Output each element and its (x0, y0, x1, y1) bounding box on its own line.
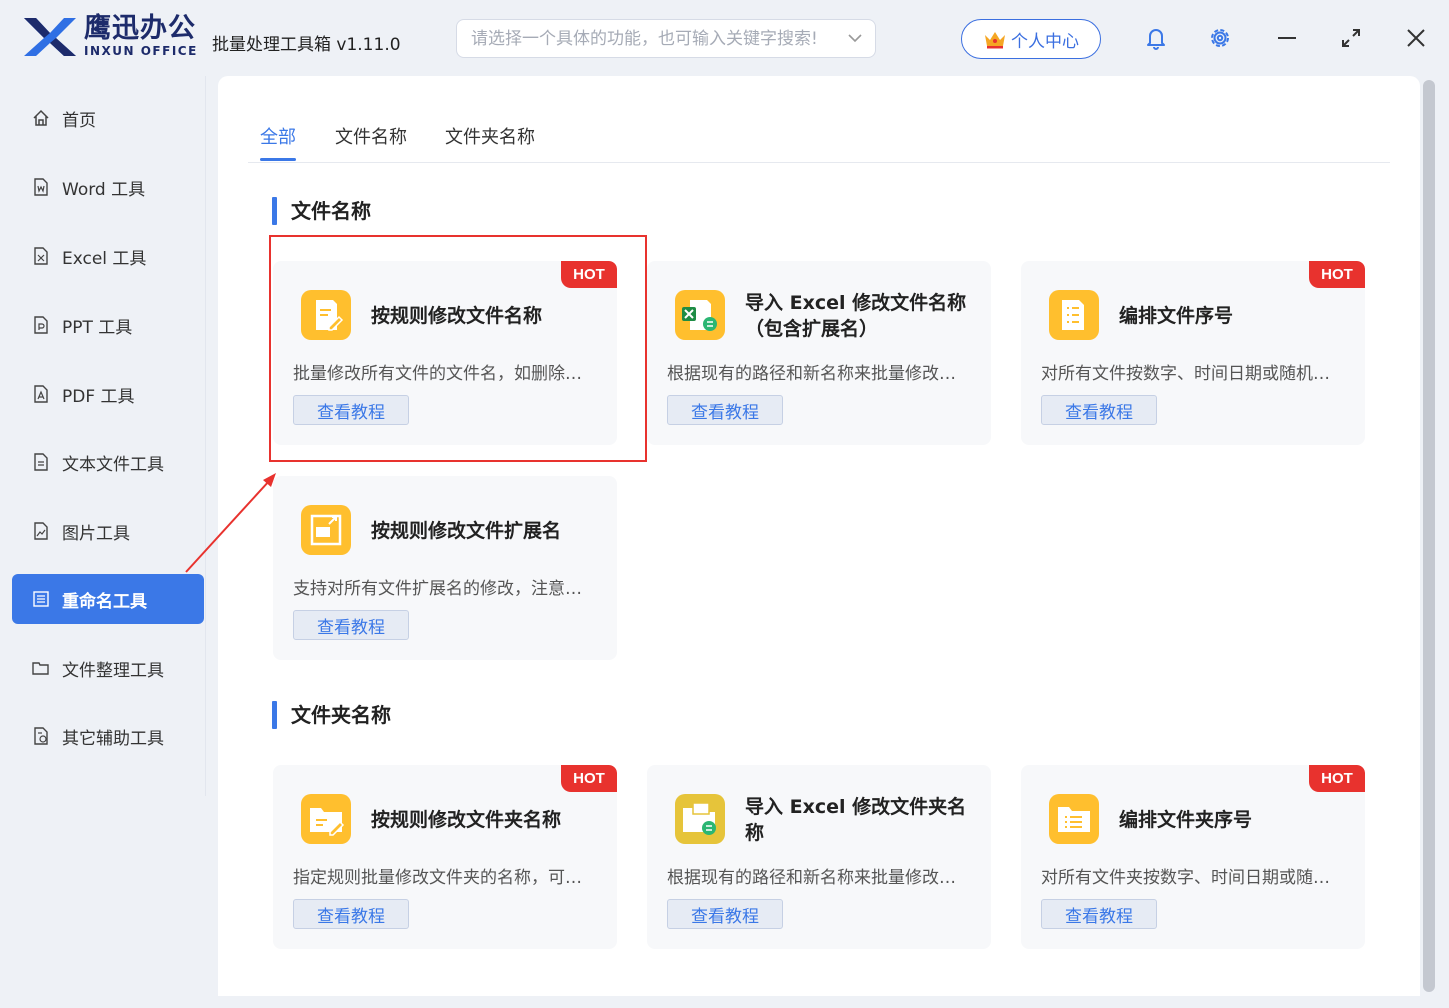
sidebar-item-excel[interactable]: Excel 工具 (12, 231, 204, 281)
card-description: 对所有文件按数字、时间日期或随机… (1041, 364, 1330, 384)
card-title: 导入 Excel 修改文件夹名称 (745, 796, 967, 844)
section-title-folder-name: 文件夹名称 (272, 701, 391, 729)
tab-active-indicator (260, 158, 296, 161)
app-title: 批量处理工具箱 v1.11.0 (212, 35, 401, 55)
ppt-file-icon (34, 316, 48, 334)
tab-folder-name[interactable]: 文件夹名称 (445, 123, 535, 149)
tab-all[interactable]: 全部 (260, 123, 296, 149)
card-title: 导入 Excel 修改文件名称（包含扩展名） (745, 292, 967, 340)
view-tutorial-button[interactable]: 查看教程 (293, 610, 409, 640)
image-file-icon (34, 522, 48, 540)
search-box[interactable] (456, 19, 876, 58)
card-number-files[interactable]: 编排文件序号 对所有文件按数字、时间日期或随机… 查看教程 HOT (1021, 261, 1365, 445)
hot-badge: HOT (1309, 765, 1365, 792)
section-title-file-name: 文件名称 (272, 197, 371, 225)
card-import-excel-rename-folder[interactable]: 导入 Excel 修改文件夹名称 根据现有的路径和新名称来批量修改… 查看教程 (647, 765, 991, 949)
numbered-file-icon (1049, 290, 1099, 340)
home-icon (33, 109, 49, 126)
chevron-down-icon[interactable] (847, 28, 863, 48)
file-extension-icon (301, 505, 351, 555)
sidebar: 首页 Word 工具 Excel 工具 PPT 工具 PDF 工具 文本文件工具… (0, 76, 206, 796)
annotation-highlight-box (269, 235, 647, 462)
card-description: 根据现有的路径和新名称来批量修改… (667, 364, 956, 384)
tools-icon (34, 727, 48, 745)
pdf-file-icon (34, 385, 48, 403)
card-description: 根据现有的路径和新名称来批量修改… (667, 868, 956, 888)
hot-badge: HOT (1309, 261, 1365, 288)
sidebar-item-label: Word 工具 (62, 179, 146, 200)
brand-name-en: INXUN OFFICE (84, 44, 198, 58)
crown-icon (985, 32, 1005, 49)
text-file-icon (34, 453, 48, 471)
card-rename-folder-by-rule[interactable]: 按规则修改文件夹名称 指定规则批量修改文件夹的名称，可… 查看教程 HOT (273, 765, 617, 949)
sidebar-item-label: PPT 工具 (62, 317, 133, 338)
scrollbar-thumb[interactable] (1423, 80, 1435, 992)
card-description: 指定规则批量修改文件夹的名称，可… (293, 868, 582, 888)
card-import-excel-rename-file[interactable]: 导入 Excel 修改文件名称（包含扩展名） 根据现有的路径和新名称来批量修改…… (647, 261, 991, 445)
sidebar-item-label: 重命名工具 (62, 591, 147, 612)
sidebar-item-label: Excel 工具 (62, 248, 147, 269)
card-description: 对所有文件夹按数字、时间日期或随… (1041, 868, 1330, 888)
minimize-icon[interactable] (1275, 25, 1299, 51)
edit-folder-icon (301, 794, 351, 844)
tab-bar: 全部 文件名称 文件夹名称 (248, 118, 1390, 163)
folder-icon (32, 662, 49, 675)
maximize-icon[interactable] (1339, 25, 1363, 51)
brand: 鹰迅办公 INXUN OFFICE (84, 13, 198, 59)
card-title: 编排文件夹序号 (1119, 809, 1253, 831)
card-rename-extension[interactable]: 按规则修改文件扩展名 支持对所有文件扩展名的修改，注意… 查看教程 (273, 476, 617, 660)
excel-file-icon (34, 247, 48, 265)
card-title: 按规则修改文件扩展名 (371, 520, 562, 542)
brand-name: 鹰迅办公 (84, 13, 196, 44)
user-center-button[interactable]: 个人中心 (961, 19, 1101, 59)
sidebar-item-image[interactable]: 图片工具 (12, 506, 204, 556)
numbered-folder-icon (1049, 794, 1099, 844)
tab-file-name[interactable]: 文件名称 (335, 123, 407, 149)
sidebar-item-word[interactable]: Word 工具 (12, 162, 204, 212)
card-title: 按规则修改文件夹名称 (371, 809, 562, 831)
view-tutorial-button[interactable]: 查看教程 (667, 395, 783, 425)
search-input[interactable] (457, 20, 827, 57)
hot-badge: HOT (561, 765, 617, 792)
word-file-icon (34, 178, 48, 196)
excel-import-icon (675, 290, 725, 340)
sidebar-item-organize[interactable]: 文件整理工具 (12, 643, 204, 693)
card-number-folders[interactable]: 编排文件夹序号 对所有文件夹按数字、时间日期或随… 查看教程 HOT (1021, 765, 1365, 949)
user-center-label: 个人中心 (1011, 31, 1079, 52)
sidebar-item-label: 文本文件工具 (62, 454, 164, 475)
sidebar-item-rename[interactable]: 重命名工具 (12, 574, 204, 624)
sidebar-item-other[interactable]: 其它辅助工具 (12, 711, 204, 761)
card-title: 编排文件序号 (1119, 305, 1234, 327)
view-tutorial-button[interactable]: 查看教程 (293, 899, 409, 929)
gear-icon[interactable] (1208, 25, 1232, 51)
close-icon[interactable] (1404, 25, 1428, 51)
title-bar: 鹰迅办公 INXUN OFFICE 批量处理工具箱 v1.11.0 个人中心 (0, 0, 1449, 76)
sidebar-item-ppt[interactable]: PPT 工具 (12, 300, 204, 350)
rename-icon (33, 591, 49, 607)
view-tutorial-button[interactable]: 查看教程 (1041, 899, 1157, 929)
folder-import-icon (675, 794, 725, 844)
sidebar-item-label: 其它辅助工具 (62, 728, 164, 749)
bell-icon[interactable] (1144, 25, 1168, 51)
sidebar-item-label: PDF 工具 (62, 386, 135, 407)
sidebar-item-home[interactable]: 首页 (12, 93, 204, 143)
sidebar-item-label: 文件整理工具 (62, 660, 164, 681)
sidebar-item-text[interactable]: 文本文件工具 (12, 437, 204, 487)
annotation-arrow-icon (185, 473, 276, 573)
sidebar-item-pdf[interactable]: PDF 工具 (12, 369, 204, 419)
view-tutorial-button[interactable]: 查看教程 (1041, 395, 1157, 425)
sidebar-item-label: 首页 (62, 110, 96, 131)
view-tutorial-button[interactable]: 查看教程 (667, 899, 783, 929)
card-description: 支持对所有文件扩展名的修改，注意… (293, 579, 582, 599)
brand-logo-icon (24, 18, 76, 56)
sidebar-item-label: 图片工具 (62, 523, 130, 544)
